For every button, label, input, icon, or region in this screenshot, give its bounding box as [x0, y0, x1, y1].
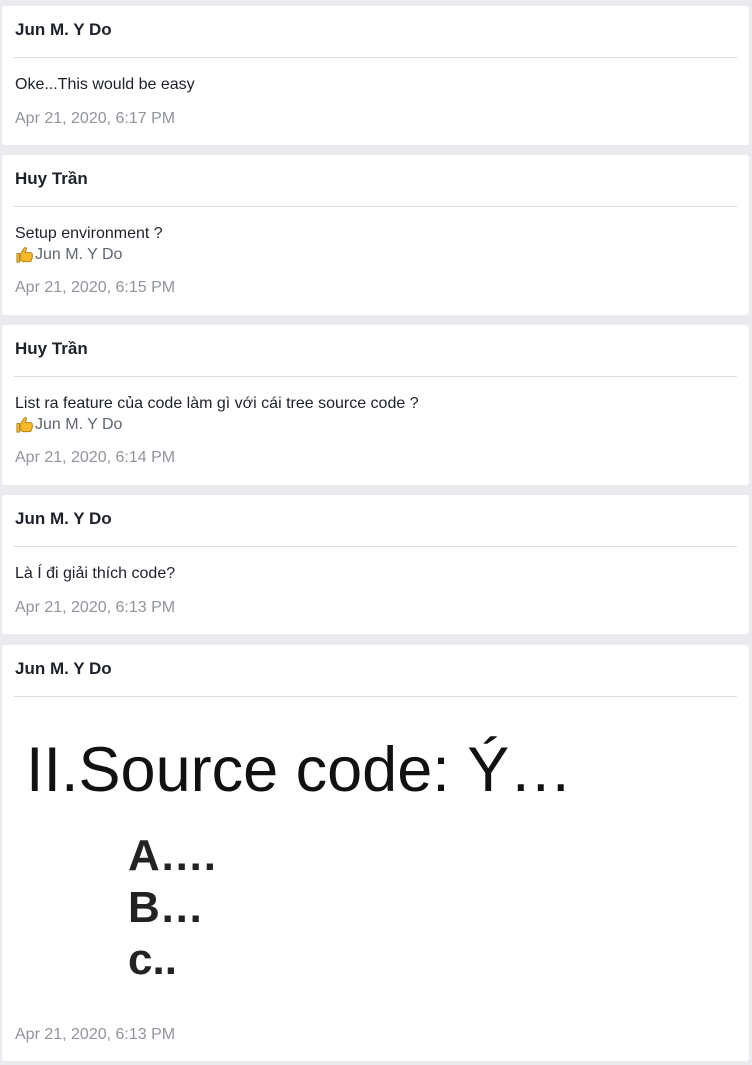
message-card: Jun M. Y Do Là Í đi giải thích code? Apr…	[2, 495, 749, 634]
image-list-item: B…	[128, 883, 204, 932]
message-text: Setup environment ?	[15, 225, 163, 242]
divider	[14, 376, 737, 377]
image-title-text: II.Source code: Ý…	[26, 735, 573, 805]
message-card: Huy Trần Setup environment ? Jun M. Y Do…	[2, 155, 749, 315]
divider	[14, 696, 737, 697]
message-author[interactable]: Huy Trần	[15, 339, 88, 359]
reaction-user: Jun M. Y Do	[35, 246, 123, 263]
message-timestamp: Apr 21, 2020, 6:17 PM	[15, 110, 176, 127]
message-text: Là Í đi giải thích code?	[15, 565, 176, 582]
message-author[interactable]: Jun M. Y Do	[15, 20, 112, 40]
message-body: List ra feature của code làm gì với cái …	[15, 393, 419, 435]
image-list-item: A….	[128, 831, 216, 880]
reaction-user: Jun M. Y Do	[35, 416, 123, 433]
image-list-item: c..	[128, 935, 177, 984]
reaction[interactable]: Jun M. Y Do	[15, 244, 163, 265]
divider	[14, 206, 737, 207]
reaction[interactable]: Jun M. Y Do	[15, 414, 419, 435]
message-timestamp: Apr 21, 2020, 6:15 PM	[15, 279, 176, 296]
message-card: Jun M. Y Do Oke...This would be easy Apr…	[2, 6, 749, 145]
divider	[14, 546, 737, 547]
message-timestamp: Apr 21, 2020, 6:14 PM	[15, 449, 176, 466]
message-card: Jun M. Y Do II.Source code: Ý… A…. B… c.…	[2, 645, 749, 1061]
message-card: Huy Trần List ra feature của code làm gì…	[2, 325, 749, 485]
message-author[interactable]: Huy Trần	[15, 169, 88, 189]
message-timestamp: Apr 21, 2020, 6:13 PM	[15, 599, 176, 616]
thumbs-up-icon	[16, 247, 33, 263]
message-timestamp: Apr 21, 2020, 6:13 PM	[15, 1026, 176, 1043]
attached-image[interactable]: II.Source code: Ý… A…. B… c..	[14, 705, 614, 1005]
divider	[14, 57, 737, 58]
message-author[interactable]: Jun M. Y Do	[15, 659, 112, 679]
message-body: Setup environment ? Jun M. Y Do	[15, 223, 163, 265]
message-author[interactable]: Jun M. Y Do	[15, 509, 112, 529]
message-text: List ra feature của code làm gì với cái …	[15, 395, 419, 412]
thumbs-up-icon	[16, 417, 33, 433]
message-text: Oke...This would be easy	[15, 76, 195, 93]
